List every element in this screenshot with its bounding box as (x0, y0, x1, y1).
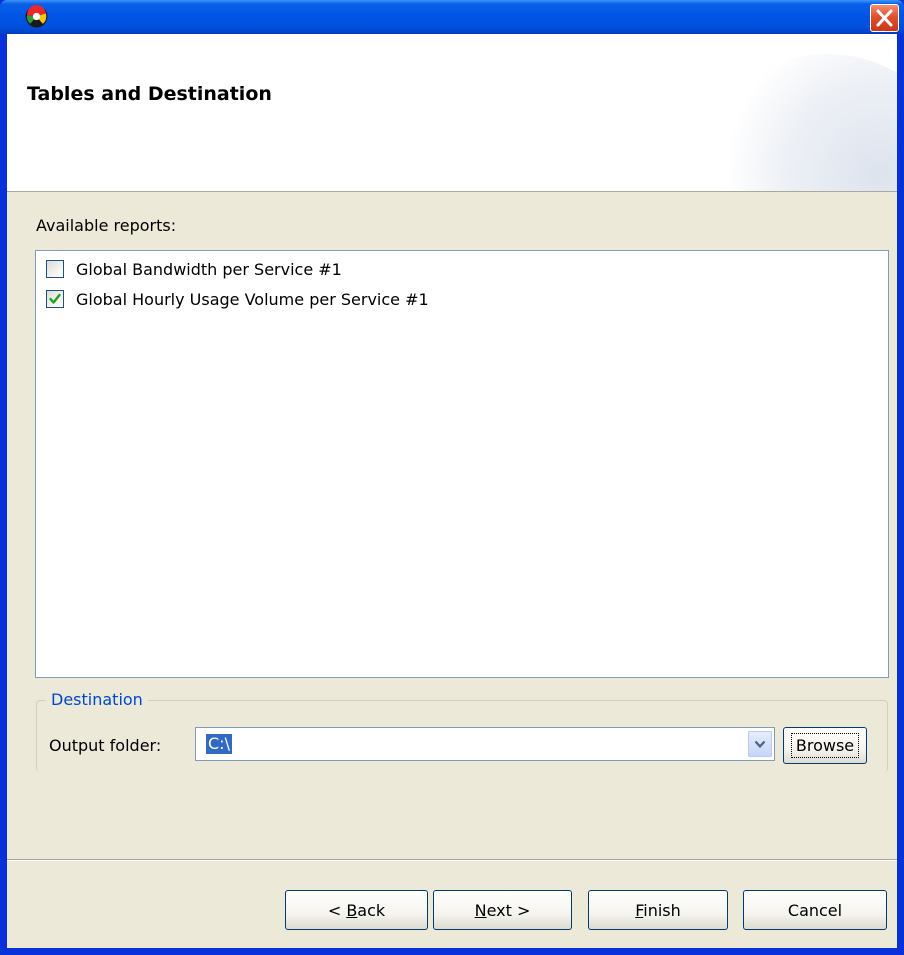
chevron-down-icon (754, 740, 766, 749)
output-folder-dropdown-button[interactable] (748, 731, 772, 757)
output-folder-label: Output folder: (49, 736, 162, 755)
output-folder-value[interactable]: C:\ (206, 734, 232, 754)
next-mnemonic: N (474, 900, 487, 920)
window-bottom-border (0, 948, 904, 955)
cancel-button-label: Cancel (787, 900, 843, 920)
destination-legend: Destination (46, 690, 148, 709)
report-checkbox-unchecked[interactable] (46, 260, 64, 278)
page-title: Tables and Destination (27, 83, 272, 105)
reports-list[interactable]: Global Bandwidth per Service #1 Global H… (35, 250, 889, 678)
finish-button[interactable]: Finish (588, 890, 728, 930)
back-button[interactable]: < Back (285, 890, 428, 930)
available-reports-label: Available reports: (36, 216, 177, 235)
next-button-label: Next > (475, 901, 531, 920)
report-item-global-hourly-usage[interactable]: Global Hourly Usage Volume per Service #… (46, 287, 429, 311)
report-checkbox-checked[interactable] (46, 290, 64, 308)
output-folder-combobox[interactable]: C:\ (195, 727, 775, 761)
header-decoration (697, 54, 897, 191)
browse-button-label: Browse (790, 733, 860, 758)
next-button[interactable]: Next > (433, 890, 572, 930)
cancel-button[interactable]: Cancel (743, 890, 887, 930)
title-bar[interactable] (0, 0, 904, 34)
back-rest: ack (357, 900, 386, 920)
close-icon (876, 9, 893, 27)
finish-rest: inish (643, 900, 681, 920)
browse-button[interactable]: Browse (783, 727, 867, 764)
report-item-label: Global Bandwidth per Service #1 (76, 259, 342, 279)
wizard-header: Tables and Destination (7, 34, 897, 192)
finish-button-label: Finish (635, 901, 681, 920)
next-rest: ext > (486, 900, 531, 920)
close-button[interactable] (870, 4, 899, 32)
back-prefix: < (327, 900, 347, 920)
report-item-global-bandwidth[interactable]: Global Bandwidth per Service #1 (46, 257, 342, 281)
back-button-label: < Back (328, 901, 385, 920)
app-logo-icon (25, 4, 48, 28)
footer-separator (7, 859, 897, 861)
back-mnemonic: B (346, 900, 358, 920)
report-item-label: Global Hourly Usage Volume per Service #… (76, 289, 429, 309)
checkmark-icon (49, 293, 61, 304)
